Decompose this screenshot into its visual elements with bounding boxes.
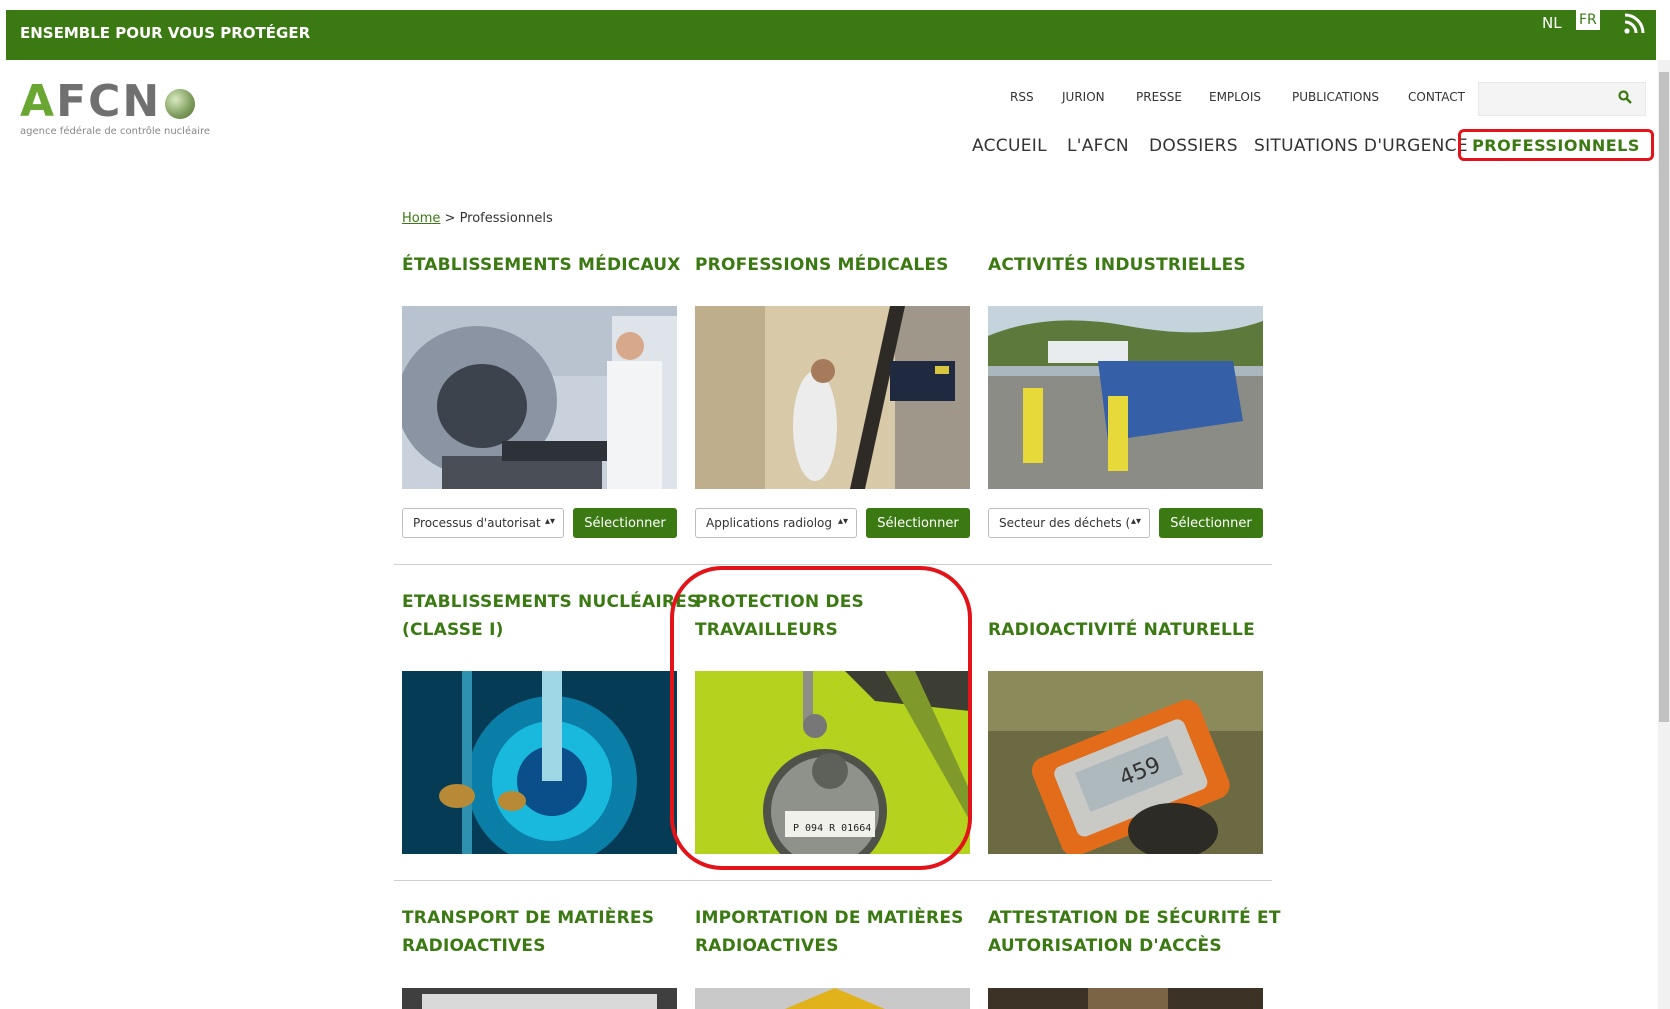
select-value: Secteur des déchets ( [999, 516, 1131, 530]
util-nav-emplois[interactable]: EMPLOIS [1209, 90, 1261, 104]
image-etablissements-medicaux[interactable] [402, 306, 677, 489]
image-professions-medicales[interactable] [695, 306, 970, 489]
category-title-radioactivite-naturelle[interactable]: RADIOACTIVITÉ NATURELLE [988, 616, 1268, 644]
util-nav-contact[interactable]: CONTACT [1408, 90, 1465, 104]
scrollbar[interactable] [1658, 60, 1670, 1009]
row-divider [394, 880, 1272, 881]
category-title-transport-matieres[interactable]: TRANSPORT DE MATIÈRES RADIOACTIVES [402, 904, 682, 960]
select-button-etablissements-medicaux[interactable]: Sélectionner [573, 508, 677, 538]
util-nav-jurion[interactable]: JURION [1062, 90, 1105, 104]
title-line: TRANSPORT DE MATIÈRES [402, 908, 655, 928]
lang-nl-link[interactable]: NL [1542, 14, 1562, 32]
image-attestation-securite[interactable] [988, 988, 1263, 1009]
nav-accueil[interactable]: ACCUEIL [972, 136, 1047, 156]
select-arrows-icon: ▴▾ [544, 516, 555, 527]
logo-letter-a: A [20, 76, 57, 127]
rss-icon[interactable] [1622, 12, 1646, 36]
select-activites-industrielles[interactable]: Secteur des déchets ( ▴▾ [988, 508, 1150, 538]
breadcrumb: Home > Professionnels [402, 211, 553, 226]
nav-dossiers[interactable]: DOSSIERS [1149, 136, 1238, 156]
select-arrows-icon: ▴▾ [837, 516, 848, 527]
select-arrows-icon: ▴▾ [1130, 516, 1141, 527]
select-professions-medicales[interactable]: Applications radiolog ▴▾ [695, 508, 857, 538]
category-title-importation-matieres[interactable]: IMPORTATION DE MATIÈRES RADIOACTIVES [695, 904, 975, 960]
title-line: RADIOACTIVES [695, 936, 839, 956]
title-line: (CLASSE I) [402, 620, 504, 640]
util-nav-rss[interactable]: RSS [1010, 90, 1034, 104]
nav-lafcn[interactable]: L'AFCN [1067, 136, 1129, 156]
image-activites-industrielles[interactable] [988, 306, 1263, 489]
top-bar: ENSEMBLE POUR VOUS PROTÉGER [6, 10, 1656, 60]
nav-professionnels[interactable]: PROFESSIONNELS [1458, 129, 1654, 161]
scrollbar-thumb[interactable] [1659, 72, 1669, 722]
breadcrumb-current: Professionnels [459, 211, 553, 226]
lang-fr-link[interactable]: FR [1576, 10, 1600, 30]
image-importation-matieres[interactable] [695, 988, 970, 1009]
category-title-attestation-securite[interactable]: ATTESTATION DE SÉCURITÉ ET AUTORISATION … [988, 904, 1288, 960]
breadcrumb-home-link[interactable]: Home [402, 211, 440, 226]
select-value: Processus d'autorisat [413, 516, 541, 530]
breadcrumb-separator: > [440, 211, 460, 226]
logo-subtitle: agence fédérale de contrôle nucléaire [20, 126, 211, 137]
image-radioactivite-naturelle[interactable]: 459 [988, 671, 1263, 854]
nav-situations-urgence[interactable]: SITUATIONS D'URGENCE [1254, 136, 1468, 156]
select-button-professions-medicales[interactable]: Sélectionner [866, 508, 970, 538]
image-transport-matieres[interactable] [402, 988, 677, 1009]
afcn-logo[interactable]: AFCN agence fédérale de contrôle nucléai… [20, 80, 211, 138]
category-title-etablissements-nucleaires[interactable]: ETABLISSEMENTS NUCLÉAIRES (CLASSE I) [402, 588, 702, 644]
tagline: ENSEMBLE POUR VOUS PROTÉGER [20, 24, 311, 42]
image-etablissements-nucleaires[interactable] [402, 671, 677, 854]
category-title-etablissements-medicaux[interactable]: ÉTABLISSEMENTS MÉDICAUX [402, 251, 682, 279]
title-line: ATTESTATION DE SÉCURITÉ ET [988, 908, 1281, 928]
logo-ball-icon [165, 89, 196, 119]
select-button-activites-industrielles[interactable]: Sélectionner [1159, 508, 1263, 538]
title-line: AUTORISATION D'ACCÈS [988, 936, 1222, 956]
select-etablissements-medicaux[interactable]: Processus d'autorisat ▴▾ [402, 508, 564, 538]
nav-professionnels-label: PROFESSIONNELS [1472, 135, 1640, 155]
search-icon[interactable] [1617, 89, 1633, 105]
category-title-professions-medicales[interactable]: PROFESSIONS MÉDICALES [695, 251, 975, 279]
row-divider [394, 564, 1272, 565]
title-line: RADIOACTIVES [402, 936, 546, 956]
title-line: IMPORTATION DE MATIÈRES [695, 908, 964, 928]
title-line: ETABLISSEMENTS NUCLÉAIRES [402, 592, 700, 612]
util-nav-publications[interactable]: PUBLICATIONS [1292, 90, 1379, 104]
highlight-annotation [670, 566, 972, 870]
util-nav-presse[interactable]: PRESSE [1136, 90, 1182, 104]
category-title-activites-industrielles[interactable]: ACTIVITÉS INDUSTRIELLES [988, 251, 1268, 279]
select-value: Applications radiolog [706, 516, 832, 530]
logo-letters: FCN [56, 76, 162, 127]
